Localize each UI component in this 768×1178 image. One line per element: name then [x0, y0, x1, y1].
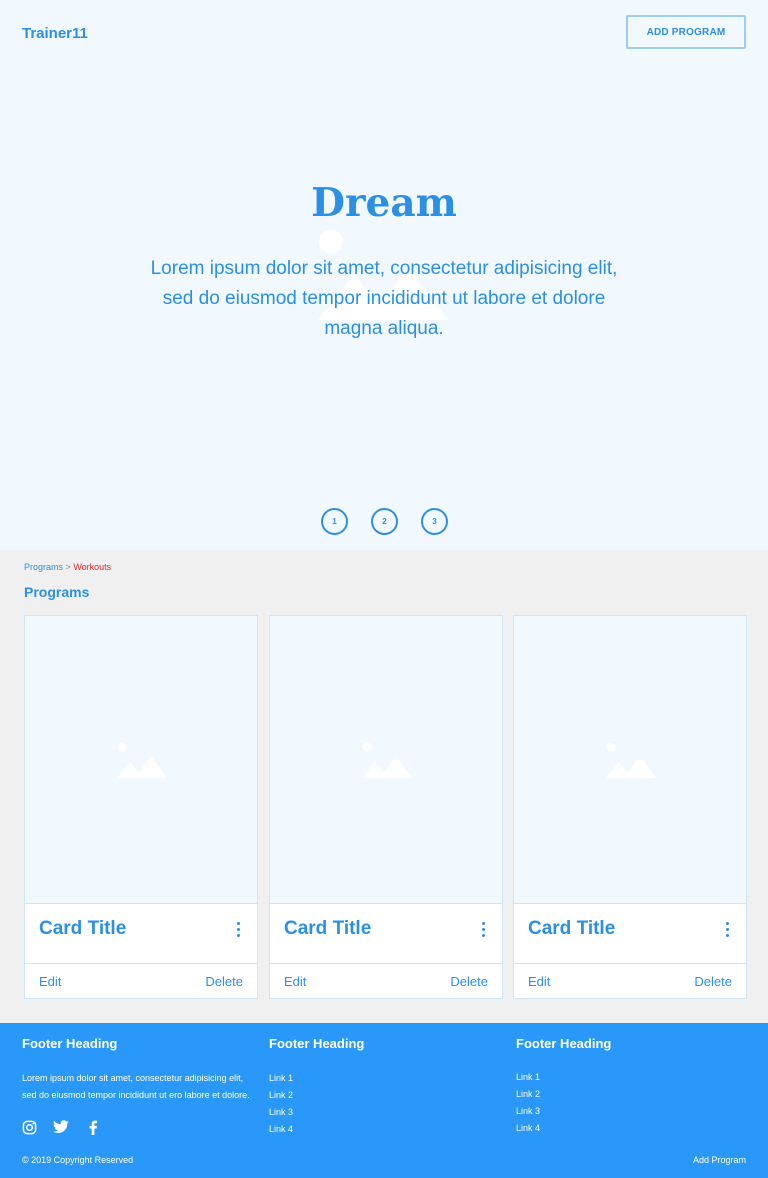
brand-logo[interactable]: Trainer11: [22, 25, 88, 42]
delete-button[interactable]: Delete: [694, 974, 732, 989]
footer-link[interactable]: Link 3: [269, 1104, 293, 1121]
edit-button[interactable]: Edit: [528, 974, 550, 989]
footer-text: Lorem ipsum dolor sit amet, consectetur …: [22, 1073, 250, 1100]
footer-heading: Footer Heading: [22, 1036, 118, 1051]
image-placeholder-icon: [606, 742, 656, 778]
footer: Footer Heading Lorem ipsum dolor sit ame…: [0, 1023, 768, 1178]
twitter-icon[interactable]: [53, 1120, 69, 1136]
carousel-pagination: 1 2 3: [0, 508, 768, 535]
card-divider: [270, 963, 502, 964]
footer-link[interactable]: Link 3: [516, 1103, 540, 1120]
edit-button[interactable]: Edit: [284, 974, 306, 989]
section-title: Programs: [24, 584, 90, 600]
footer-link[interactable]: Link 4: [269, 1121, 293, 1138]
card-image: [514, 616, 746, 904]
facebook-icon[interactable]: [88, 1120, 104, 1136]
footer-link[interactable]: Link 1: [516, 1069, 540, 1086]
copyright-text: © 2019 Copyright Reserved: [22, 1155, 134, 1165]
more-vert-icon[interactable]: [474, 918, 492, 940]
page-dot-2[interactable]: 2: [371, 508, 398, 535]
more-vert-icon[interactable]: [229, 918, 247, 940]
footer-links: Link 1 Link 2 Link 3 Link 4: [516, 1069, 540, 1137]
breadcrumb-separator: >: [65, 562, 71, 572]
footer-heading: Footer Heading: [516, 1036, 612, 1051]
breadcrumb-programs[interactable]: Programs: [24, 562, 63, 572]
footer-link[interactable]: Link 2: [516, 1086, 540, 1103]
instagram-icon[interactable]: [22, 1120, 38, 1136]
page-dot-3[interactable]: 3: [421, 508, 448, 535]
hero-text: Lorem ipsum dolor sit amet, consectetur …: [150, 258, 618, 339]
card-divider: [25, 963, 257, 964]
image-placeholder-icon: [362, 742, 412, 778]
hero-title: Dream: [311, 180, 457, 226]
page-dot-1[interactable]: 1: [321, 508, 348, 535]
footer-link[interactable]: Link 4: [516, 1120, 540, 1137]
edit-button[interactable]: Edit: [39, 974, 61, 989]
breadcrumb: Programs > Workouts: [24, 562, 111, 572]
card-image: [270, 616, 502, 904]
more-vert-icon[interactable]: [718, 918, 736, 940]
card-title: Card Title: [284, 918, 372, 939]
image-placeholder-icon: [117, 742, 167, 778]
program-card: Card Title Edit Delete: [24, 615, 258, 999]
delete-button[interactable]: Delete: [205, 974, 243, 989]
breadcrumb-workouts[interactable]: Workouts: [73, 562, 111, 572]
hero-section: Trainer11 ADD PROGRAM Dream Lorem ipsum …: [0, 0, 768, 550]
delete-button[interactable]: Delete: [450, 974, 488, 989]
program-card: Card Title Edit Delete: [269, 615, 503, 999]
program-card: Card Title Edit Delete: [513, 615, 747, 999]
add-program-button[interactable]: ADD PROGRAM: [626, 15, 746, 49]
card-divider: [514, 963, 746, 964]
footer-heading: Footer Heading: [269, 1036, 365, 1051]
footer-links: Link 1 Link 2 Link 3 Link 4: [269, 1070, 293, 1138]
footer-link[interactable]: Link 1: [269, 1070, 293, 1087]
card-title: Card Title: [39, 918, 127, 939]
footer-add-program-link[interactable]: Add Program: [693, 1155, 746, 1165]
footer-link[interactable]: Link 2: [269, 1087, 293, 1104]
card-image: [25, 616, 257, 904]
card-title: Card Title: [528, 918, 616, 939]
